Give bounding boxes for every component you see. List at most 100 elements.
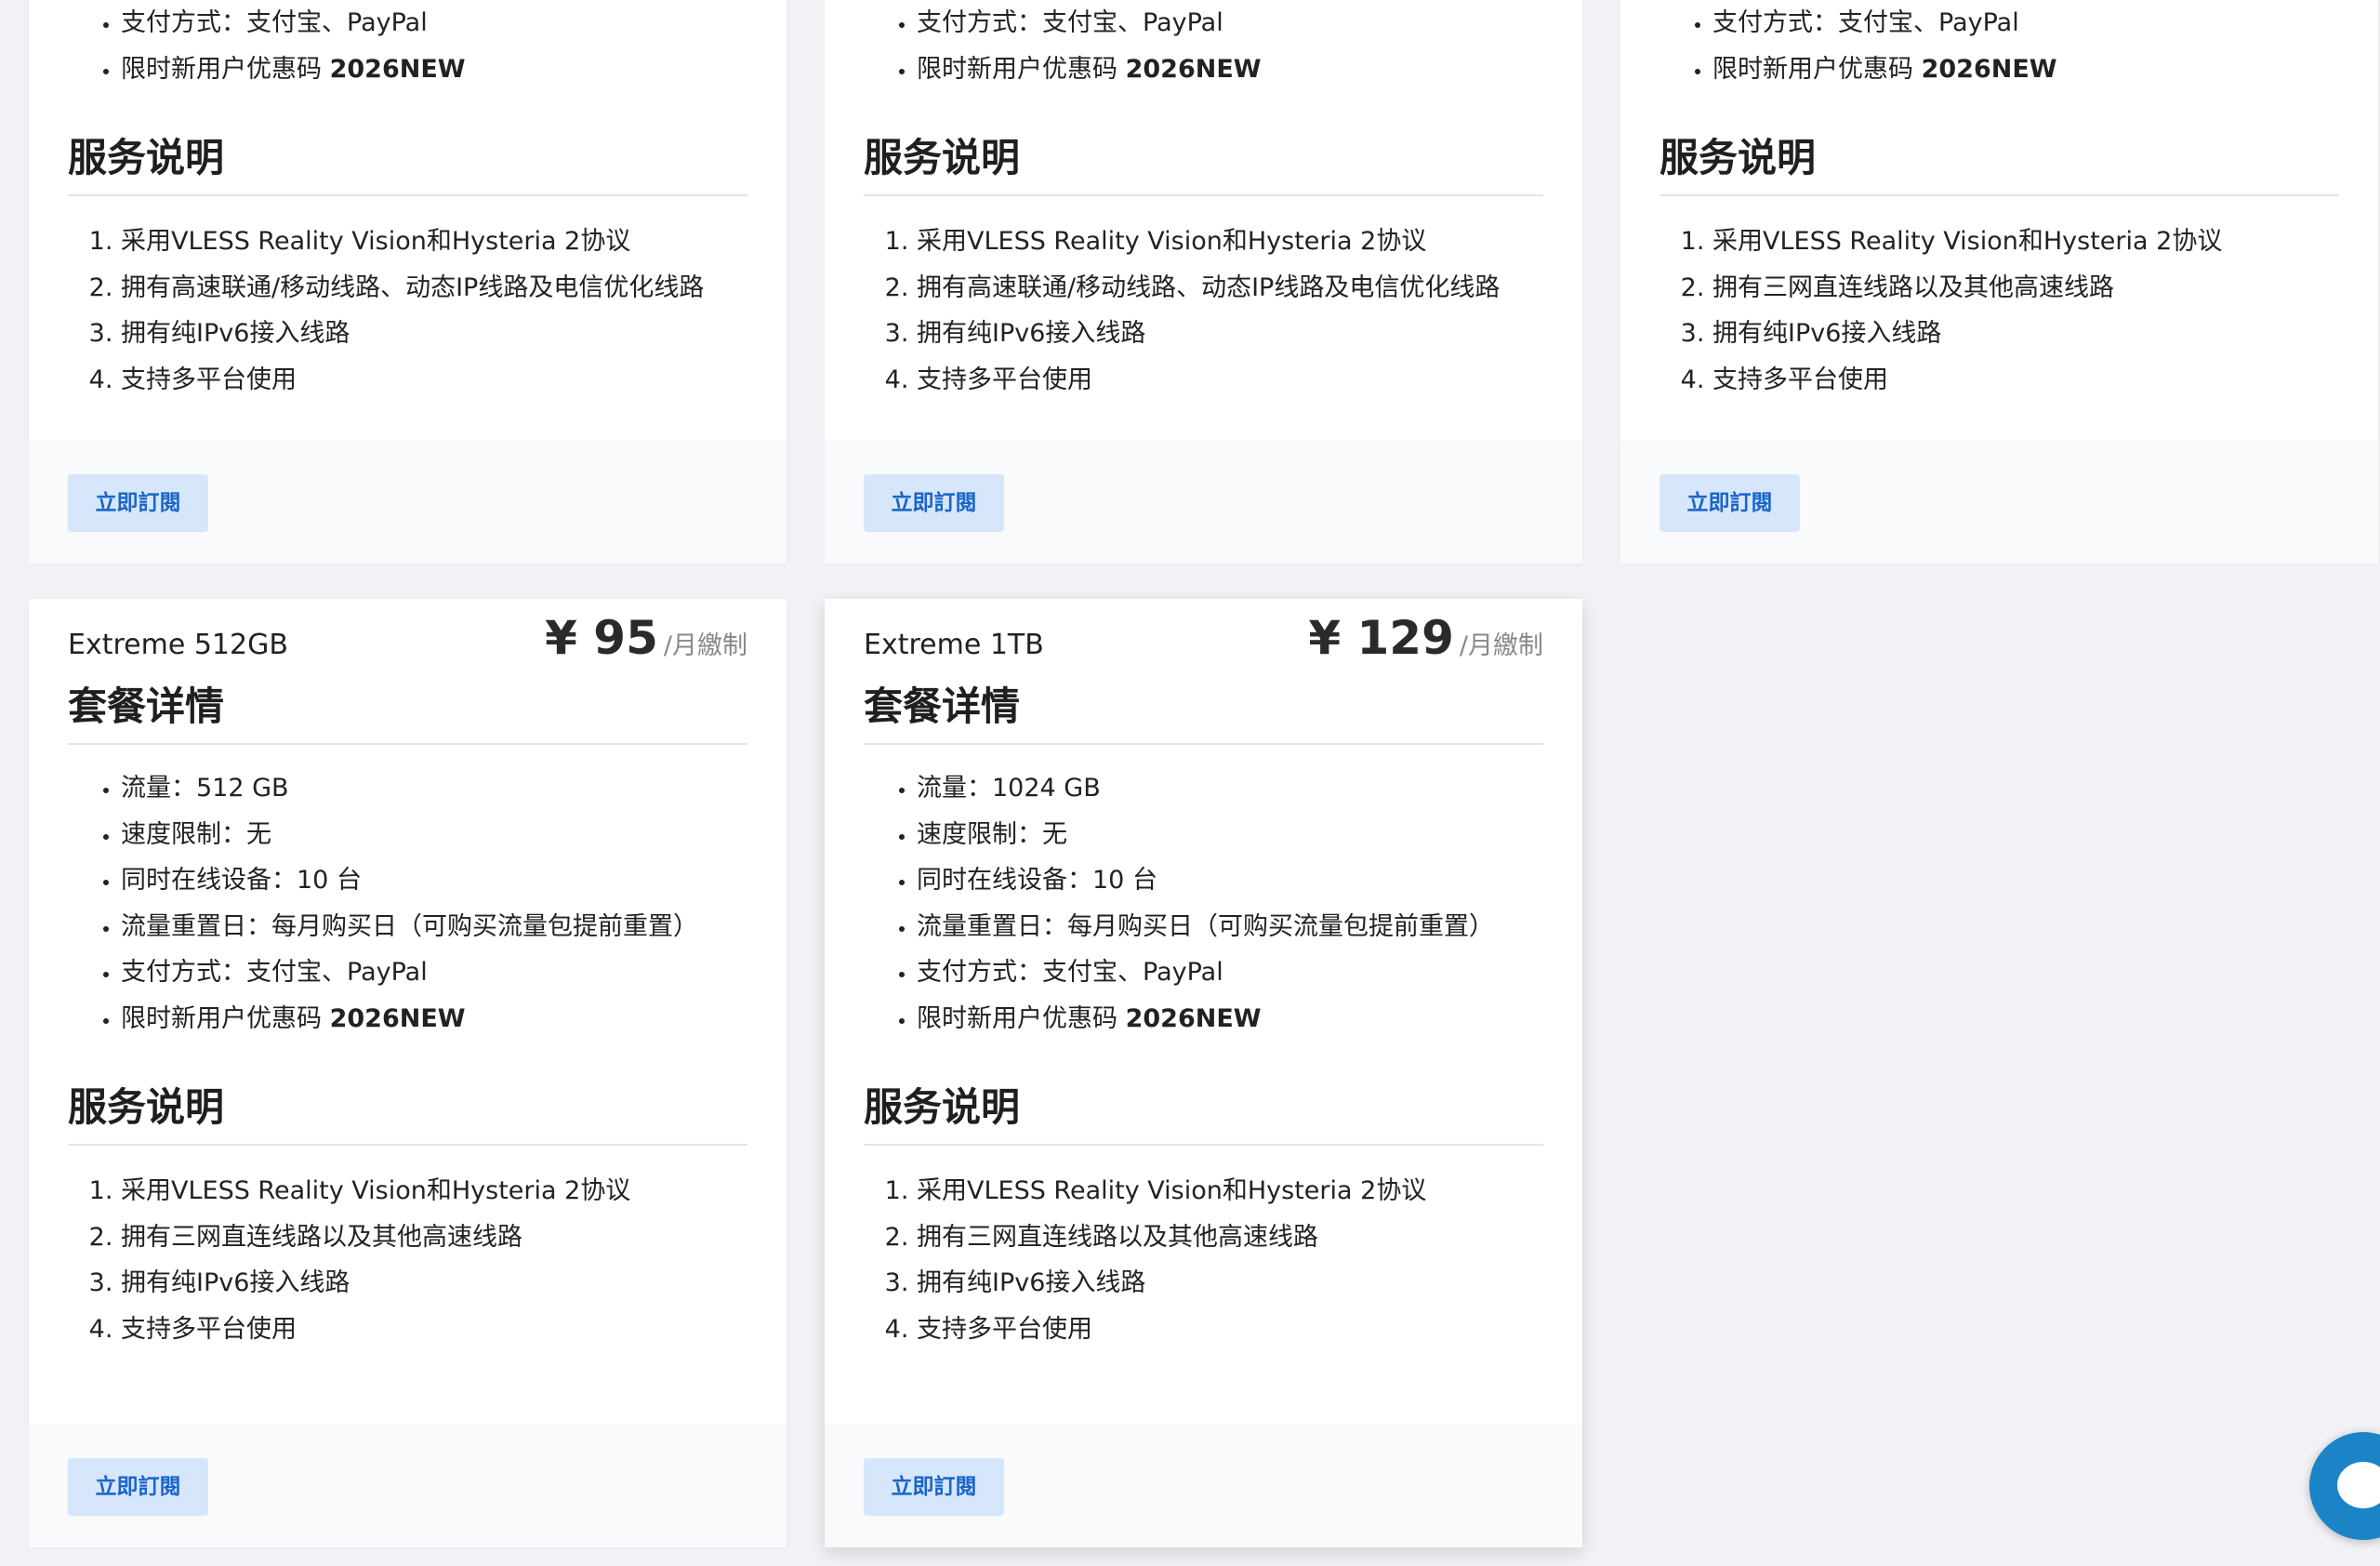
- promo-code: 2026NEW: [1125, 1003, 1262, 1033]
- detail-text: 限时新用户优惠码: [121, 1003, 330, 1033]
- detail-text: 同时在线设备：10 台: [917, 866, 1157, 895]
- detail-text: 支付方式：支付宝、PayPal: [121, 958, 428, 987]
- detail-item: 支付方式：支付宝、PayPal: [121, 0, 747, 46]
- plan-price: ¥ 95/月繳制: [545, 611, 747, 665]
- detail-text: 限时新用户优惠码: [917, 54, 1126, 84]
- service-item: 支持多平台使用: [917, 1307, 1543, 1353]
- service-item: 采用VLESS Reality Vision和Hysteria 2协议: [121, 1168, 747, 1214]
- promo-code: 2026NEW: [329, 1003, 466, 1033]
- plan-detail-list: 支付方式：支付宝、PayPal 限时新用户优惠码 2026NEW: [864, 0, 1543, 92]
- detail-title: 套餐详情: [864, 675, 1543, 745]
- subscribe-button[interactable]: 立即訂閱: [1659, 474, 1800, 532]
- card-header: Extreme 512GB ¥ 95/月繳制: [68, 599, 747, 665]
- detail-text: 限时新用户优惠码: [917, 1003, 1126, 1033]
- price-unit: /月繳制: [1459, 631, 1543, 660]
- detail-item: 支付方式：支付宝、PayPal: [1712, 0, 2339, 46]
- detail-item: 流量重置日：每月购买日（可购买流量包提前重置）: [917, 904, 1543, 950]
- detail-text: 限时新用户优惠码: [121, 54, 330, 84]
- service-item: 拥有纯IPv6接入线路: [121, 1260, 747, 1307]
- plan-detail-list: 支付方式：支付宝、PayPal 限时新用户优惠码 2026NEW: [1659, 0, 2339, 92]
- service-title: 服务说明: [68, 1076, 747, 1146]
- detail-text: 流量：1024 GB: [917, 774, 1101, 803]
- detail-text: 支付方式：支付宝、PayPal: [917, 958, 1223, 987]
- detail-item: 支付方式：支付宝、PayPal: [917, 0, 1543, 46]
- service-item: 采用VLESS Reality Vision和Hysteria 2协议: [917, 219, 1543, 265]
- detail-text: 流量：512 GB: [121, 774, 289, 803]
- card-body: Extreme 1TB ¥ 129/月繳制 套餐详情 流量：1024 GB 速度…: [825, 599, 1582, 1352]
- promo-code: 2026NEW: [1125, 54, 1262, 84]
- detail-item: 同时在线设备：10 台: [121, 857, 747, 904]
- price-amount: ¥ 95: [545, 611, 658, 665]
- detail-item: 速度限制：无: [917, 812, 1543, 858]
- detail-item: 支付方式：支付宝、PayPal: [917, 949, 1543, 996]
- card-footer: 立即訂閱: [825, 441, 1582, 564]
- service-list: 采用VLESS Reality Vision和Hysteria 2协议 拥有高速…: [68, 219, 747, 403]
- detail-item: 流量重置日：每月购买日（可购买流量包提前重置）: [121, 904, 747, 950]
- service-item: 拥有高速联通/移动线路、动态IP线路及电信优化线路: [121, 265, 747, 312]
- detail-text: 支付方式：支付宝、PayPal: [1712, 8, 2019, 37]
- service-item: 支持多平台使用: [917, 357, 1543, 404]
- price-unit: /月繳制: [663, 631, 747, 660]
- detail-item: 流量：512 GB: [121, 765, 747, 812]
- service-item: 支持多平台使用: [121, 1307, 747, 1353]
- service-list: 采用VLESS Reality Vision和Hysteria 2协议 拥有三网…: [68, 1168, 747, 1352]
- detail-item: 同时在线设备：10 台: [917, 857, 1543, 904]
- promo-code: 2026NEW: [1921, 54, 2057, 84]
- detail-item: 限时新用户优惠码 2026NEW: [121, 996, 747, 1042]
- plan-detail-list: 流量：512 GB 速度限制：无 同时在线设备：10 台 流量重置日：每月购买日…: [68, 765, 747, 1042]
- service-item: 拥有纯IPv6接入线路: [121, 311, 747, 357]
- subscribe-button[interactable]: 立即訂閱: [68, 474, 208, 532]
- card-footer: 立即訂閱: [29, 1425, 787, 1547]
- detail-text: 流量重置日：每月购买日（可购买流量包提前重置）: [917, 911, 1494, 941]
- detail-item: 限时新用户优惠码 2026NEW: [917, 46, 1543, 93]
- card-footer: 立即訂閱: [1620, 441, 2378, 564]
- detail-title: 套餐详情: [68, 675, 747, 745]
- plan-card: 支付方式：支付宝、PayPal 限时新用户优惠码 2026NEW 服务说明 采用…: [1620, 0, 2378, 564]
- card-body: 支付方式：支付宝、PayPal 限时新用户优惠码 2026NEW 服务说明 采用…: [29, 0, 787, 403]
- detail-item: 限时新用户优惠码 2026NEW: [121, 46, 747, 93]
- price-amount: ¥ 129: [1308, 611, 1454, 665]
- service-title: 服务说明: [864, 126, 1543, 196]
- plan-detail-list: 支付方式：支付宝、PayPal 限时新用户优惠码 2026NEW: [68, 0, 747, 92]
- chat-bubble-icon: [2337, 1462, 2380, 1508]
- subscribe-button[interactable]: 立即訂閱: [864, 1458, 1004, 1516]
- chat-launcher-button[interactable]: [2309, 1432, 2380, 1540]
- plan-card: Extreme 1TB ¥ 129/月繳制 套餐详情 流量：1024 GB 速度…: [825, 599, 1582, 1547]
- detail-text: 同时在线设备：10 台: [121, 866, 362, 895]
- detail-item: 限时新用户优惠码 2026NEW: [917, 996, 1543, 1042]
- subscribe-button[interactable]: 立即訂閱: [864, 474, 1004, 532]
- service-list: 采用VLESS Reality Vision和Hysteria 2协议 拥有三网…: [864, 1168, 1543, 1352]
- detail-text: 速度限制：无: [917, 819, 1067, 849]
- card-footer: 立即訂閱: [825, 1425, 1582, 1547]
- plan-card: 支付方式：支付宝、PayPal 限时新用户优惠码 2026NEW 服务说明 采用…: [825, 0, 1582, 564]
- plan-card: Extreme 512GB ¥ 95/月繳制 套餐详情 流量：512 GB 速度…: [29, 599, 787, 1547]
- detail-item: 限时新用户优惠码 2026NEW: [1712, 46, 2339, 93]
- detail-text: 限时新用户优惠码: [1712, 54, 1922, 84]
- plan-card: 支付方式：支付宝、PayPal 限时新用户优惠码 2026NEW 服务说明 采用…: [29, 0, 787, 564]
- service-list: 采用VLESS Reality Vision和Hysteria 2协议 拥有高速…: [864, 219, 1543, 403]
- card-footer: 立即訂閱: [29, 441, 787, 564]
- detail-item: 速度限制：无: [121, 812, 747, 858]
- service-item: 支持多平台使用: [1712, 357, 2339, 404]
- service-item: 支持多平台使用: [121, 357, 747, 404]
- service-title: 服务说明: [1659, 126, 2339, 196]
- service-item: 采用VLESS Reality Vision和Hysteria 2协议: [917, 1168, 1543, 1214]
- plan-detail-list: 流量：1024 GB 速度限制：无 同时在线设备：10 台 流量重置日：每月购买…: [864, 765, 1543, 1042]
- detail-text: 速度限制：无: [121, 819, 271, 849]
- service-item: 拥有纯IPv6接入线路: [1712, 311, 2339, 357]
- detail-text: 流量重置日：每月购买日（可购买流量包提前重置）: [121, 911, 698, 941]
- promo-code: 2026NEW: [329, 54, 466, 84]
- service-item: 拥有纯IPv6接入线路: [917, 1260, 1543, 1307]
- service-item: 采用VLESS Reality Vision和Hysteria 2协议: [121, 219, 747, 265]
- service-item: 拥有三网直连线路以及其他高速线路: [121, 1214, 747, 1261]
- service-item: 采用VLESS Reality Vision和Hysteria 2协议: [1712, 219, 2339, 265]
- service-list: 采用VLESS Reality Vision和Hysteria 2协议 拥有三网…: [1659, 219, 2339, 403]
- plan-price: ¥ 129/月繳制: [1308, 611, 1543, 665]
- detail-item: 流量：1024 GB: [917, 765, 1543, 812]
- service-title: 服务说明: [68, 126, 747, 196]
- card-header: Extreme 1TB ¥ 129/月繳制: [864, 599, 1543, 665]
- service-title: 服务说明: [864, 1076, 1543, 1146]
- service-item: 拥有高速联通/移动线路、动态IP线路及电信优化线路: [917, 265, 1543, 312]
- service-item: 拥有三网直连线路以及其他高速线路: [1712, 265, 2339, 312]
- subscribe-button[interactable]: 立即訂閱: [68, 1458, 208, 1516]
